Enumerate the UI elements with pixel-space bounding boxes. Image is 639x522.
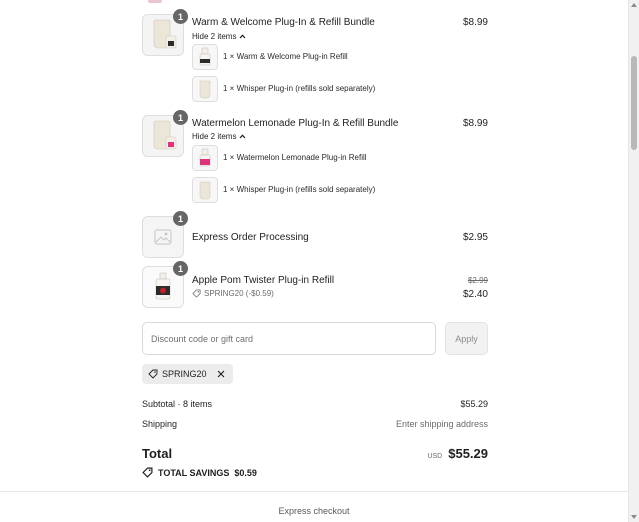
shipping-label: Shipping	[142, 419, 178, 429]
sub-item-thumbnail	[192, 145, 218, 171]
original-price: $2.99	[467, 276, 488, 285]
sub-item-label: 1 × Watermelon Lemonade Plug-in Refill	[223, 153, 367, 162]
total-label: Total	[142, 446, 173, 461]
image-placeholder-icon	[154, 229, 172, 245]
shipping-row: Shipping Enter shipping address	[142, 419, 488, 429]
hide-items-toggle[interactable]: Hide 2 items	[192, 132, 246, 141]
line-item-price: $8.99	[462, 118, 488, 129]
subtotal-label: Subtotal · 8 items	[142, 399, 213, 409]
total-row: Total USD $55.29	[142, 446, 488, 461]
section-divider	[0, 491, 628, 492]
refill-bottle-image	[199, 148, 211, 167]
sub-item: 1 × Watermelon Lemonade Plug-in Refill	[192, 145, 488, 173]
sub-item-thumbnail	[192, 177, 218, 203]
product-thumbnail: 1	[142, 9, 188, 56]
quantity-badge: 1	[173, 261, 188, 276]
chevron-up-icon	[240, 34, 246, 39]
plug-in-bundle-image	[153, 120, 177, 150]
express-checkout-heading: Express checkout	[278, 506, 350, 516]
product-thumbnail: 1	[142, 211, 188, 258]
plug-in-image	[199, 181, 211, 200]
scroll-up-arrow-icon[interactable]	[631, 3, 637, 7]
line-item-title: Warm & Welcome Plug-In & Refill Bundle	[192, 17, 375, 28]
quantity-badge: 1	[173, 9, 188, 24]
close-icon	[217, 370, 224, 378]
savings-value: $0.59	[234, 467, 257, 478]
line-item-discount: SPRING20 (-$0.59)	[192, 289, 274, 298]
line-item-title: Express Order Processing	[192, 232, 309, 243]
line-item-title: Watermelon Lemonade Plug-In & Refill Bun…	[192, 118, 399, 129]
sub-item: 1 × Whisper Plug-in (refills sold separa…	[192, 76, 488, 104]
chevron-up-icon	[240, 134, 246, 139]
line-item-price: $2.40	[462, 289, 488, 300]
remove-discount-button[interactable]	[217, 370, 225, 378]
sub-item-label: 1 × Whisper Plug-in (refills sold separa…	[223, 84, 376, 93]
scroll-down-arrow-icon[interactable]	[631, 515, 637, 519]
total-savings: TOTAL SAVINGS $0.59	[142, 467, 257, 478]
line-item-apple-pom: 1 Apple Pom Twister Plug-in Refill SPRIN…	[142, 261, 488, 308]
line-item-title: Apple Pom Twister Plug-in Refill	[192, 275, 335, 286]
currency-code: USD	[427, 453, 443, 460]
sub-item: 1 × Whisper Plug-in (refills sold separa…	[192, 177, 488, 205]
product-thumbnail: 1	[142, 261, 188, 308]
tag-icon	[192, 289, 201, 298]
discount-label: SPRING20 (-$0.59)	[204, 289, 274, 298]
shipping-value: Enter shipping address	[395, 419, 488, 429]
plug-in-image	[199, 80, 211, 99]
sub-item: 1 × Warm & Welcome Plug-in Refill	[192, 44, 488, 72]
line-item-warm-welcome: 1 Warm & Welcome Plug-In & Refill Bundle…	[142, 9, 488, 104]
sub-item-label: 1 × Whisper Plug-in (refills sold separa…	[223, 185, 376, 194]
toggle-label: Hide 2 items	[192, 32, 237, 41]
line-item-price: $2.95	[462, 232, 488, 243]
toggle-label: Hide 2 items	[192, 132, 237, 141]
total-value: $55.29	[448, 446, 488, 461]
refill-bottle-image	[155, 272, 171, 300]
savings-label: TOTAL SAVINGS	[158, 467, 230, 478]
sub-item-thumbnail	[192, 76, 218, 102]
refill-bottle-image	[199, 47, 211, 66]
sub-item-label: 1 × Warm & Welcome Plug-in Refill	[223, 52, 348, 61]
discount-code-input[interactable]	[142, 322, 436, 355]
hide-items-toggle[interactable]: Hide 2 items	[192, 32, 246, 41]
line-item-watermelon-lemonade: 1 Watermelon Lemonade Plug-In & Refill B…	[142, 110, 488, 205]
subtotal-value: $55.29	[460, 399, 488, 409]
quantity-badge: 1	[173, 211, 188, 226]
applied-discount-chip: SPRING20	[142, 364, 233, 384]
applied-code-label: SPRING20	[162, 369, 207, 379]
scrollbar-thumb[interactable]	[631, 56, 637, 150]
subtotal-row: Subtotal · 8 items $55.29	[142, 399, 488, 409]
apply-discount-button[interactable]: Apply	[445, 322, 488, 355]
plug-in-bundle-image	[153, 19, 177, 49]
tag-icon	[148, 369, 158, 379]
top-product-sliver	[148, 0, 162, 3]
line-item-express-processing: 1 Express Order Processing $2.95	[142, 211, 488, 258]
sub-item-thumbnail	[192, 44, 218, 70]
vertical-scrollbar[interactable]	[628, 0, 639, 522]
product-thumbnail: 1	[142, 110, 188, 157]
discount-form: Apply	[142, 322, 488, 355]
tag-icon	[142, 467, 153, 478]
line-item-price: $8.99	[462, 17, 488, 28]
quantity-badge: 1	[173, 110, 188, 125]
